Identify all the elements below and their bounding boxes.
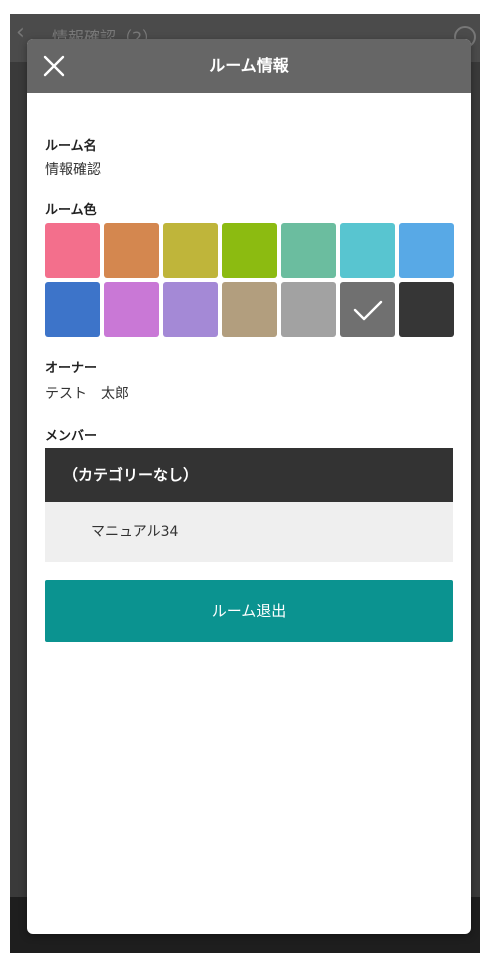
room-color-label: ルーム色: [45, 203, 97, 218]
room-name-label: ルーム名: [45, 139, 97, 154]
app-screen: ‹ 情報確認（2） ルーム情報 ルーム名 情報確認 ルーム色 オーナー テスト …: [10, 14, 480, 953]
leave-room-label: ルーム退出: [211, 602, 287, 620]
modal-title: ルーム情報: [209, 56, 289, 75]
checkmark-icon: [353, 300, 383, 321]
leave-room-button[interactable]: ルーム退出: [45, 580, 453, 642]
color-swatch[interactable]: [281, 282, 336, 337]
color-swatch[interactable]: [340, 282, 395, 337]
close-icon: [43, 55, 65, 77]
room-name-value: 情報確認: [45, 162, 101, 178]
color-swatch[interactable]: [399, 223, 454, 278]
color-swatch[interactable]: [163, 223, 218, 278]
color-swatch[interactable]: [281, 223, 336, 278]
modal-header: ルーム情報: [27, 39, 471, 93]
members-label: メンバー: [45, 429, 98, 444]
color-swatch[interactable]: [104, 282, 159, 337]
owner-label: オーナー: [45, 361, 98, 376]
color-swatch[interactable]: [163, 282, 218, 337]
back-arrow-icon[interactable]: ‹: [16, 20, 25, 46]
color-swatch-grid: [45, 223, 455, 337]
close-button[interactable]: [37, 49, 71, 83]
color-swatch[interactable]: [45, 223, 100, 278]
color-swatch[interactable]: [104, 223, 159, 278]
member-category-header: （カテゴリーなし）: [45, 448, 453, 502]
color-swatch[interactable]: [222, 282, 277, 337]
member-category-label: （カテゴリーなし）: [63, 466, 199, 484]
color-swatch[interactable]: [222, 223, 277, 278]
color-swatch[interactable]: [340, 223, 395, 278]
color-swatch[interactable]: [45, 282, 100, 337]
member-list-item[interactable]: マニュアル34: [45, 502, 453, 562]
room-info-modal: ルーム情報 ルーム名 情報確認 ルーム色 オーナー テスト 太郎 メンバー （カ…: [27, 39, 471, 934]
owner-value: テスト 太郎: [45, 386, 129, 402]
member-name: マニュアル34: [91, 524, 179, 540]
color-swatch[interactable]: [399, 282, 454, 337]
